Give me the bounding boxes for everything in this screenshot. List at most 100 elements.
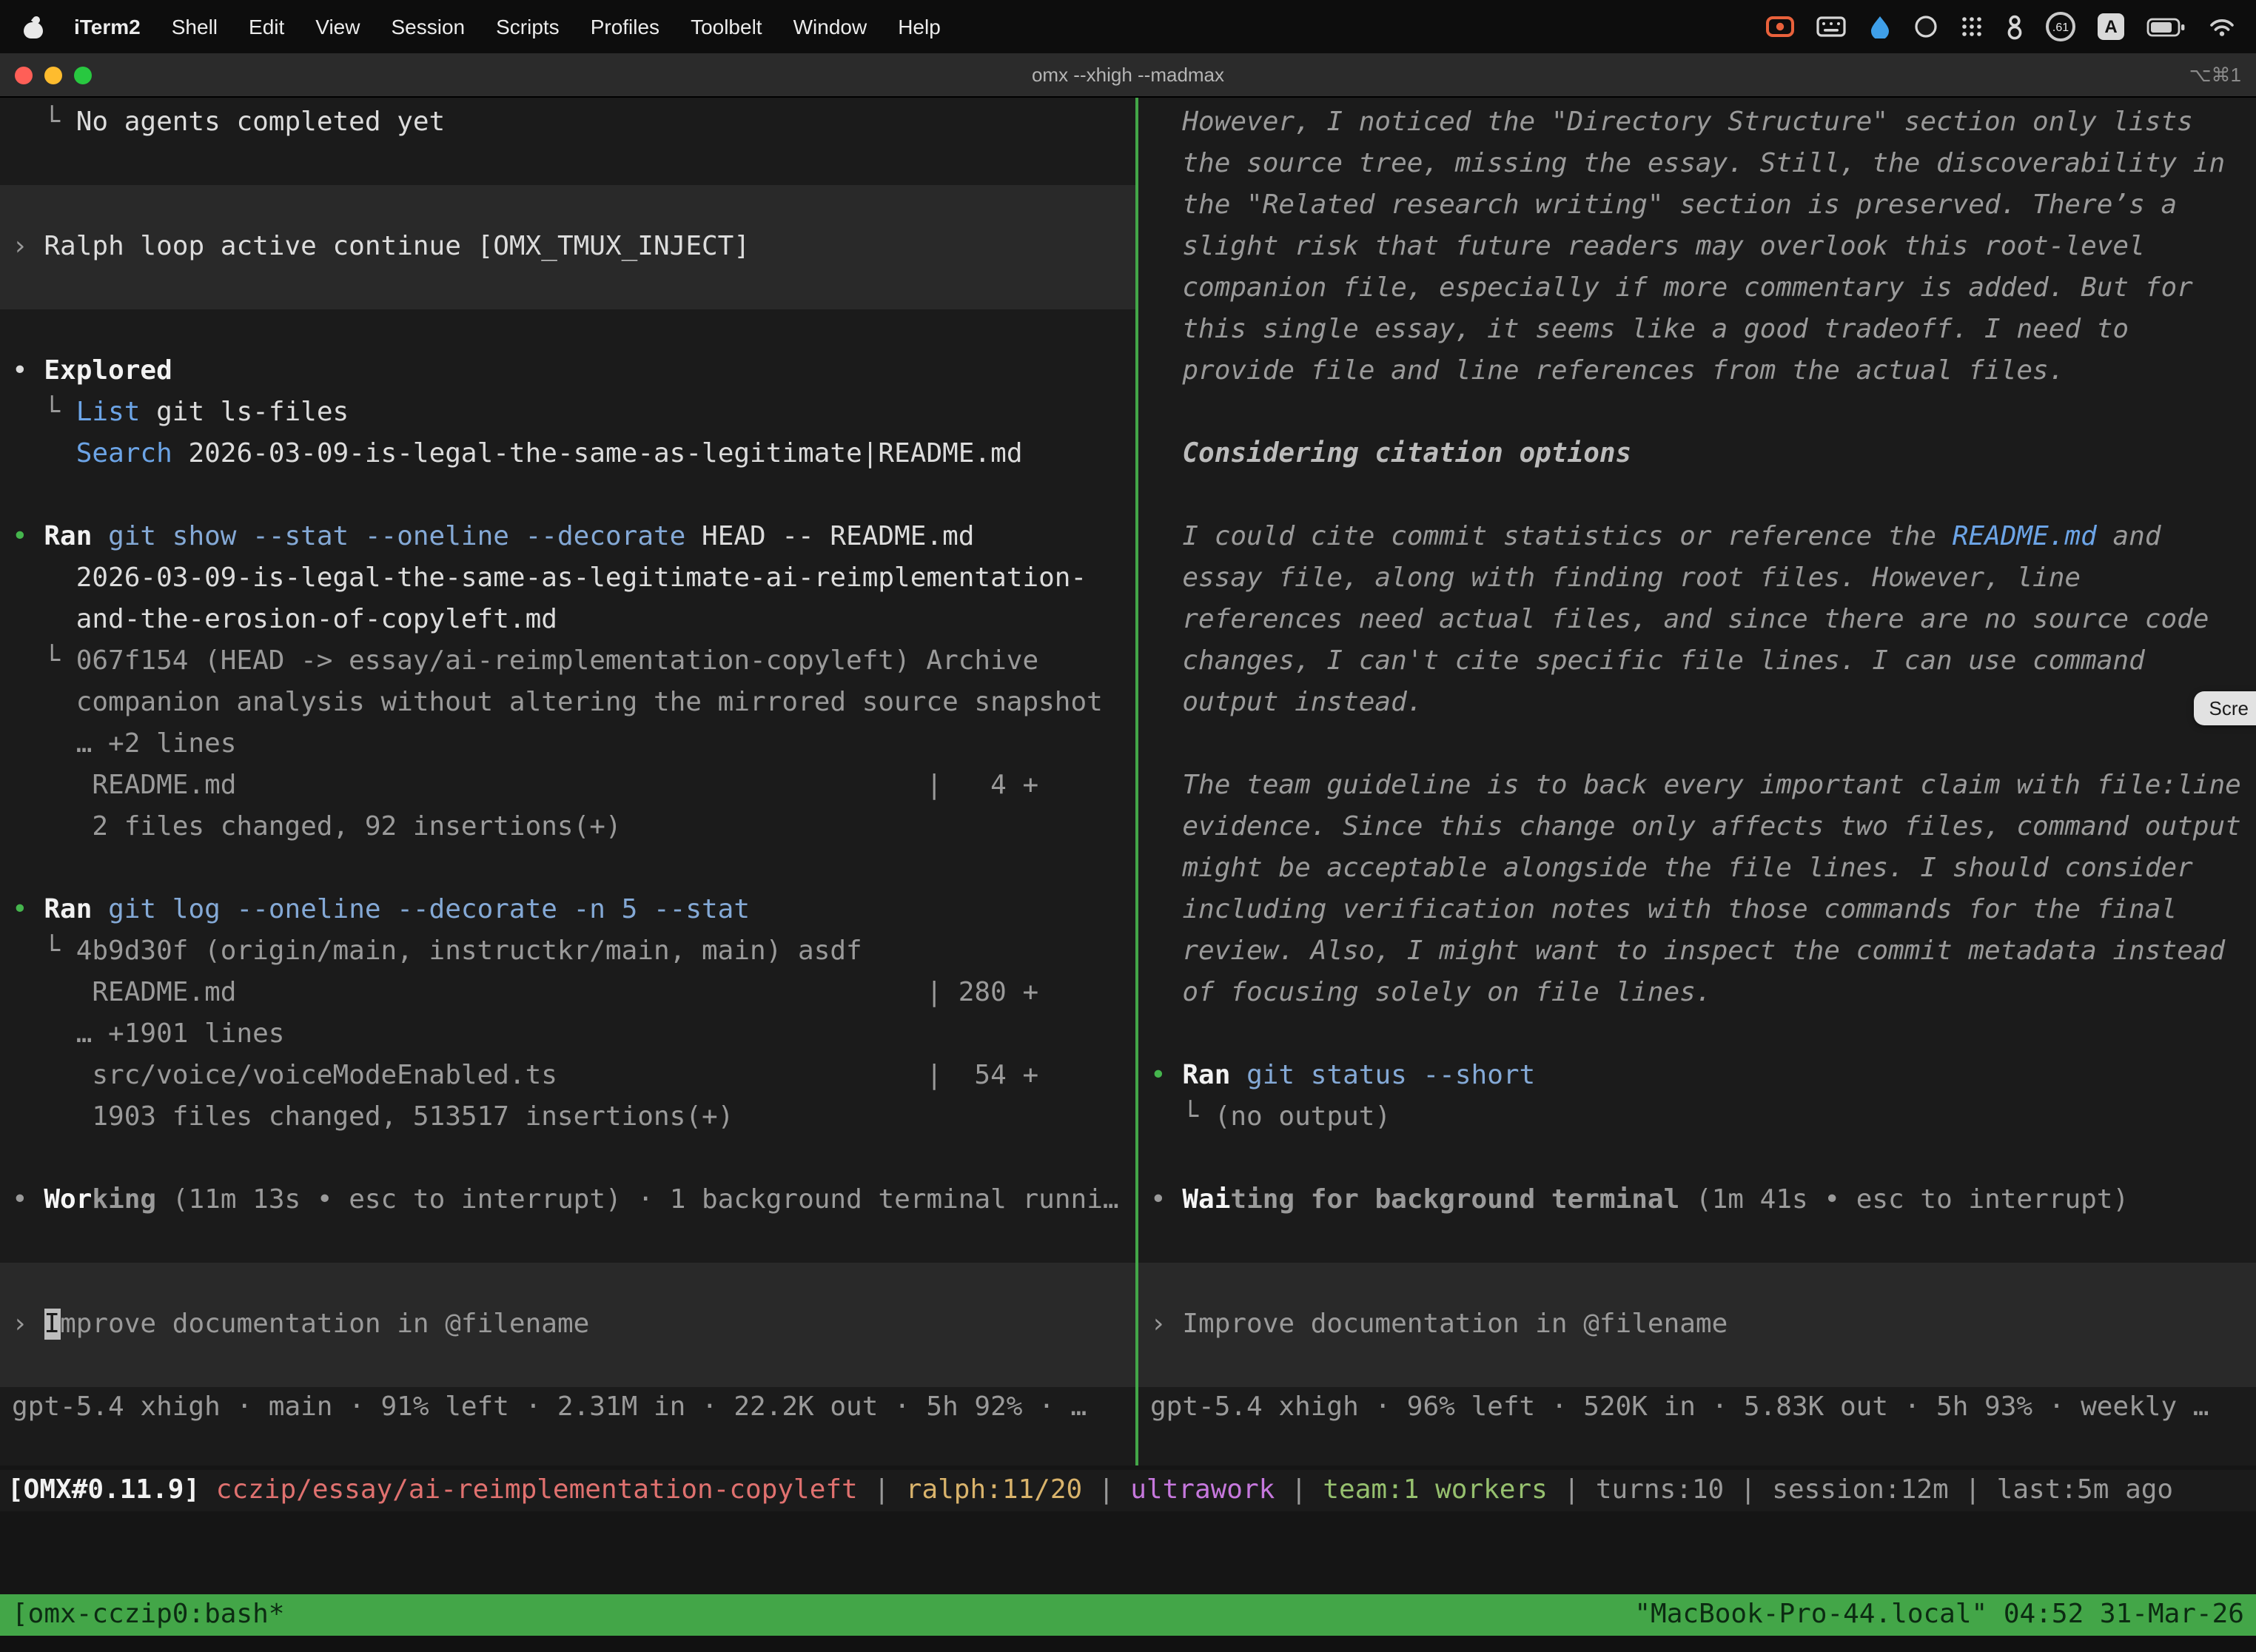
terminal-row xyxy=(1150,1014,2256,1055)
menu-item-help[interactable]: Help xyxy=(898,15,941,38)
terminal-text: the source tree, missing the essay. Stil… xyxy=(1150,148,2225,179)
window-title: omx --xhigh --madmax xyxy=(0,64,2256,86)
screen-recording-indicator-icon[interactable] xyxy=(1766,16,1794,37)
terminal-text: › xyxy=(12,231,44,262)
input-source-icon[interactable]: A xyxy=(2098,13,2124,40)
terminal-text: Wai xyxy=(1182,1184,1230,1215)
terminal-text: └ xyxy=(12,107,76,138)
terminal-text: … +2 lines xyxy=(12,728,236,759)
menu-item-iterm2[interactable]: iTerm2 xyxy=(74,15,141,38)
terminal-text: output instead. xyxy=(1150,687,1423,718)
terminal-row: [OMX#0.11.9] cczip/essay/ai-reimplementa… xyxy=(7,1470,2256,1511)
terminal-text xyxy=(12,438,76,469)
terminal-text: However, I noticed the "Directory Struct… xyxy=(1150,107,2193,138)
terminal-text: ralph:11/20 xyxy=(906,1474,1082,1505)
terminal-text: 2026-03-09-is-legal-the-same-as-legitima… xyxy=(12,563,1087,594)
terminal-row: • Ran git log --oneline --decorate -n 5 … xyxy=(12,890,1135,931)
keyboard-icon[interactable] xyxy=(1816,16,1846,37)
tmux-session-label: [omx-cczip0:bash* xyxy=(12,1594,284,1636)
terminal-text: README.md | 4 + xyxy=(12,770,1038,801)
terminal-text: review. Also, I might want to inspect th… xyxy=(1150,936,2225,967)
terminal-row: gpt-5.4 xhigh · 96% left · 520K in · 5.8… xyxy=(1150,1387,2256,1428)
terminal-text: I could cite commit statistics or refere… xyxy=(1150,521,1953,552)
terminal-row: evidence. Since this change only affects… xyxy=(1150,807,2256,848)
menu-item-toolbelt[interactable]: Toolbelt xyxy=(691,15,762,38)
terminal-text: 2 files changed, 92 insertions(+) xyxy=(12,811,622,842)
circle-app-icon[interactable] xyxy=(1914,15,1938,38)
apple-logo-icon[interactable] xyxy=(24,16,43,38)
terminal-row: and-the-erosion-of-copyleft.md xyxy=(12,600,1135,641)
terminal-row: • Waiting for background terminal (1m 41… xyxy=(1150,1180,2256,1221)
terminal-text: gpt-5.4 xhigh · 96% left · 520K in · 5.8… xyxy=(1150,1391,2209,1423)
terminal-row xyxy=(1150,475,2256,517)
dots-grid-icon[interactable] xyxy=(1960,15,1984,38)
menu-item-shell[interactable]: Shell xyxy=(172,15,218,38)
terminal-row: src/voice/voiceModeEnabled.ts | 54 + xyxy=(12,1055,1135,1097)
terminal-row: └ No agents completed yet xyxy=(12,102,1135,144)
terminal-text: gpt-5.4 xhigh · main · 91% left · 2.31M … xyxy=(12,1391,1087,1423)
terminal-text: provide file and line references from th… xyxy=(1150,355,2064,386)
terminal-row: README.md | 4 + xyxy=(12,765,1135,807)
terminal-text: … +1901 lines xyxy=(12,1018,284,1050)
menu-item-session[interactable]: Session xyxy=(391,15,465,38)
terminal-row: • Explored xyxy=(12,351,1135,392)
terminal-row: 1903 files changed, 513517 insertions(+) xyxy=(12,1097,1135,1138)
terminal-text: git status --short xyxy=(1230,1060,1535,1091)
terminal-row: companion analysis without altering the … xyxy=(12,682,1135,724)
terminal-text: README.md xyxy=(1953,521,2097,552)
close-window-button[interactable] xyxy=(15,66,33,84)
menu-item-scripts[interactable]: Scripts xyxy=(496,15,560,38)
terminal-text: • xyxy=(12,1184,44,1215)
prompt-input[interactable]: › Ralph loop active continue [OMX_TMUX_I… xyxy=(0,185,1135,309)
wifi-icon[interactable] xyxy=(2209,16,2235,37)
prompt-input[interactable]: › Improve documentation in @filename xyxy=(0,1263,1135,1387)
terminal-row: └ List git ls-files xyxy=(12,392,1135,434)
menu-item-view[interactable]: View xyxy=(315,15,360,38)
terminal-row xyxy=(12,144,1135,185)
terminal-row: • Working (11m 13s • esc to interrupt) ·… xyxy=(12,1180,1135,1221)
terminal-row xyxy=(1150,1138,2256,1180)
battery-icon[interactable] xyxy=(2146,17,2186,36)
right-pane[interactable]: However, I noticed the "Directory Struct… xyxy=(1138,98,2256,1465)
terminal-text: [OMX#0.11.9] xyxy=(7,1474,216,1505)
terminal-row: of focusing solely on file lines. xyxy=(1150,973,2256,1014)
terminal-text: src/voice/voiceModeEnabled.ts | 54 + xyxy=(12,1060,1038,1091)
terminal-text: › xyxy=(12,1309,44,1340)
figure-app-icon[interactable] xyxy=(2006,14,2024,39)
terminal-row: essay file, along with finding root file… xyxy=(1150,558,2256,600)
terminal-row: output instead. xyxy=(1150,682,2256,724)
terminal-text: | xyxy=(1275,1474,1323,1505)
terminal-row xyxy=(12,1138,1135,1180)
terminal-text: Wor xyxy=(44,1184,92,1215)
terminal-row xyxy=(12,1221,1135,1263)
tmux-panes: └ No agents completed yet › Ralph loop a… xyxy=(0,98,2256,1465)
terminal-text: and xyxy=(2097,521,2161,552)
menu-item-window[interactable]: Window xyxy=(793,15,867,38)
prompt-input[interactable]: › Improve documentation in @filename xyxy=(1138,1263,2256,1387)
terminal-text: List xyxy=(76,397,141,428)
terminal-text: (11m 13s • esc to interrupt) · 1 backgro… xyxy=(156,1184,1118,1215)
menu-item-profiles[interactable]: Profiles xyxy=(591,15,659,38)
minimize-window-button[interactable] xyxy=(44,66,62,84)
terminal-row: README.md | 280 + xyxy=(12,973,1135,1014)
terminal-row: Considering citation options xyxy=(1150,434,2256,475)
menu-item-edit[interactable]: Edit xyxy=(249,15,284,38)
screen-share-pill[interactable]: Scre xyxy=(2195,691,2256,725)
terminal-text: HEAD -- README.md xyxy=(685,521,974,552)
gauge-icon[interactable]: .61 xyxy=(2046,12,2075,41)
terminal-text: 2026-03-09-is-legal-the-same-as-legitima… xyxy=(172,438,1023,469)
terminal-row xyxy=(12,475,1135,517)
terminal-row: slight risk that future readers may over… xyxy=(1150,226,2256,268)
terminal-row: might be acceptable alongside the file l… xyxy=(1150,848,2256,890)
zoom-window-button[interactable] xyxy=(74,66,92,84)
droplet-app-icon[interactable] xyxy=(1868,15,1892,38)
terminal-text: git log --oneline --decorate -n 5 --stat xyxy=(92,894,750,925)
terminal-text: the "Related research writing" section i… xyxy=(1150,189,2177,221)
terminal-text: king xyxy=(92,1184,156,1215)
terminal-text: • xyxy=(12,355,44,386)
terminal-text: essay file, along with finding root file… xyxy=(1150,563,2081,594)
cursor-block: I xyxy=(44,1309,60,1340)
terminal-text: this single essay, it seems like a good … xyxy=(1150,314,2129,345)
left-pane[interactable]: └ No agents completed yet › Ralph loop a… xyxy=(0,98,1135,1465)
traffic-lights xyxy=(0,66,92,84)
